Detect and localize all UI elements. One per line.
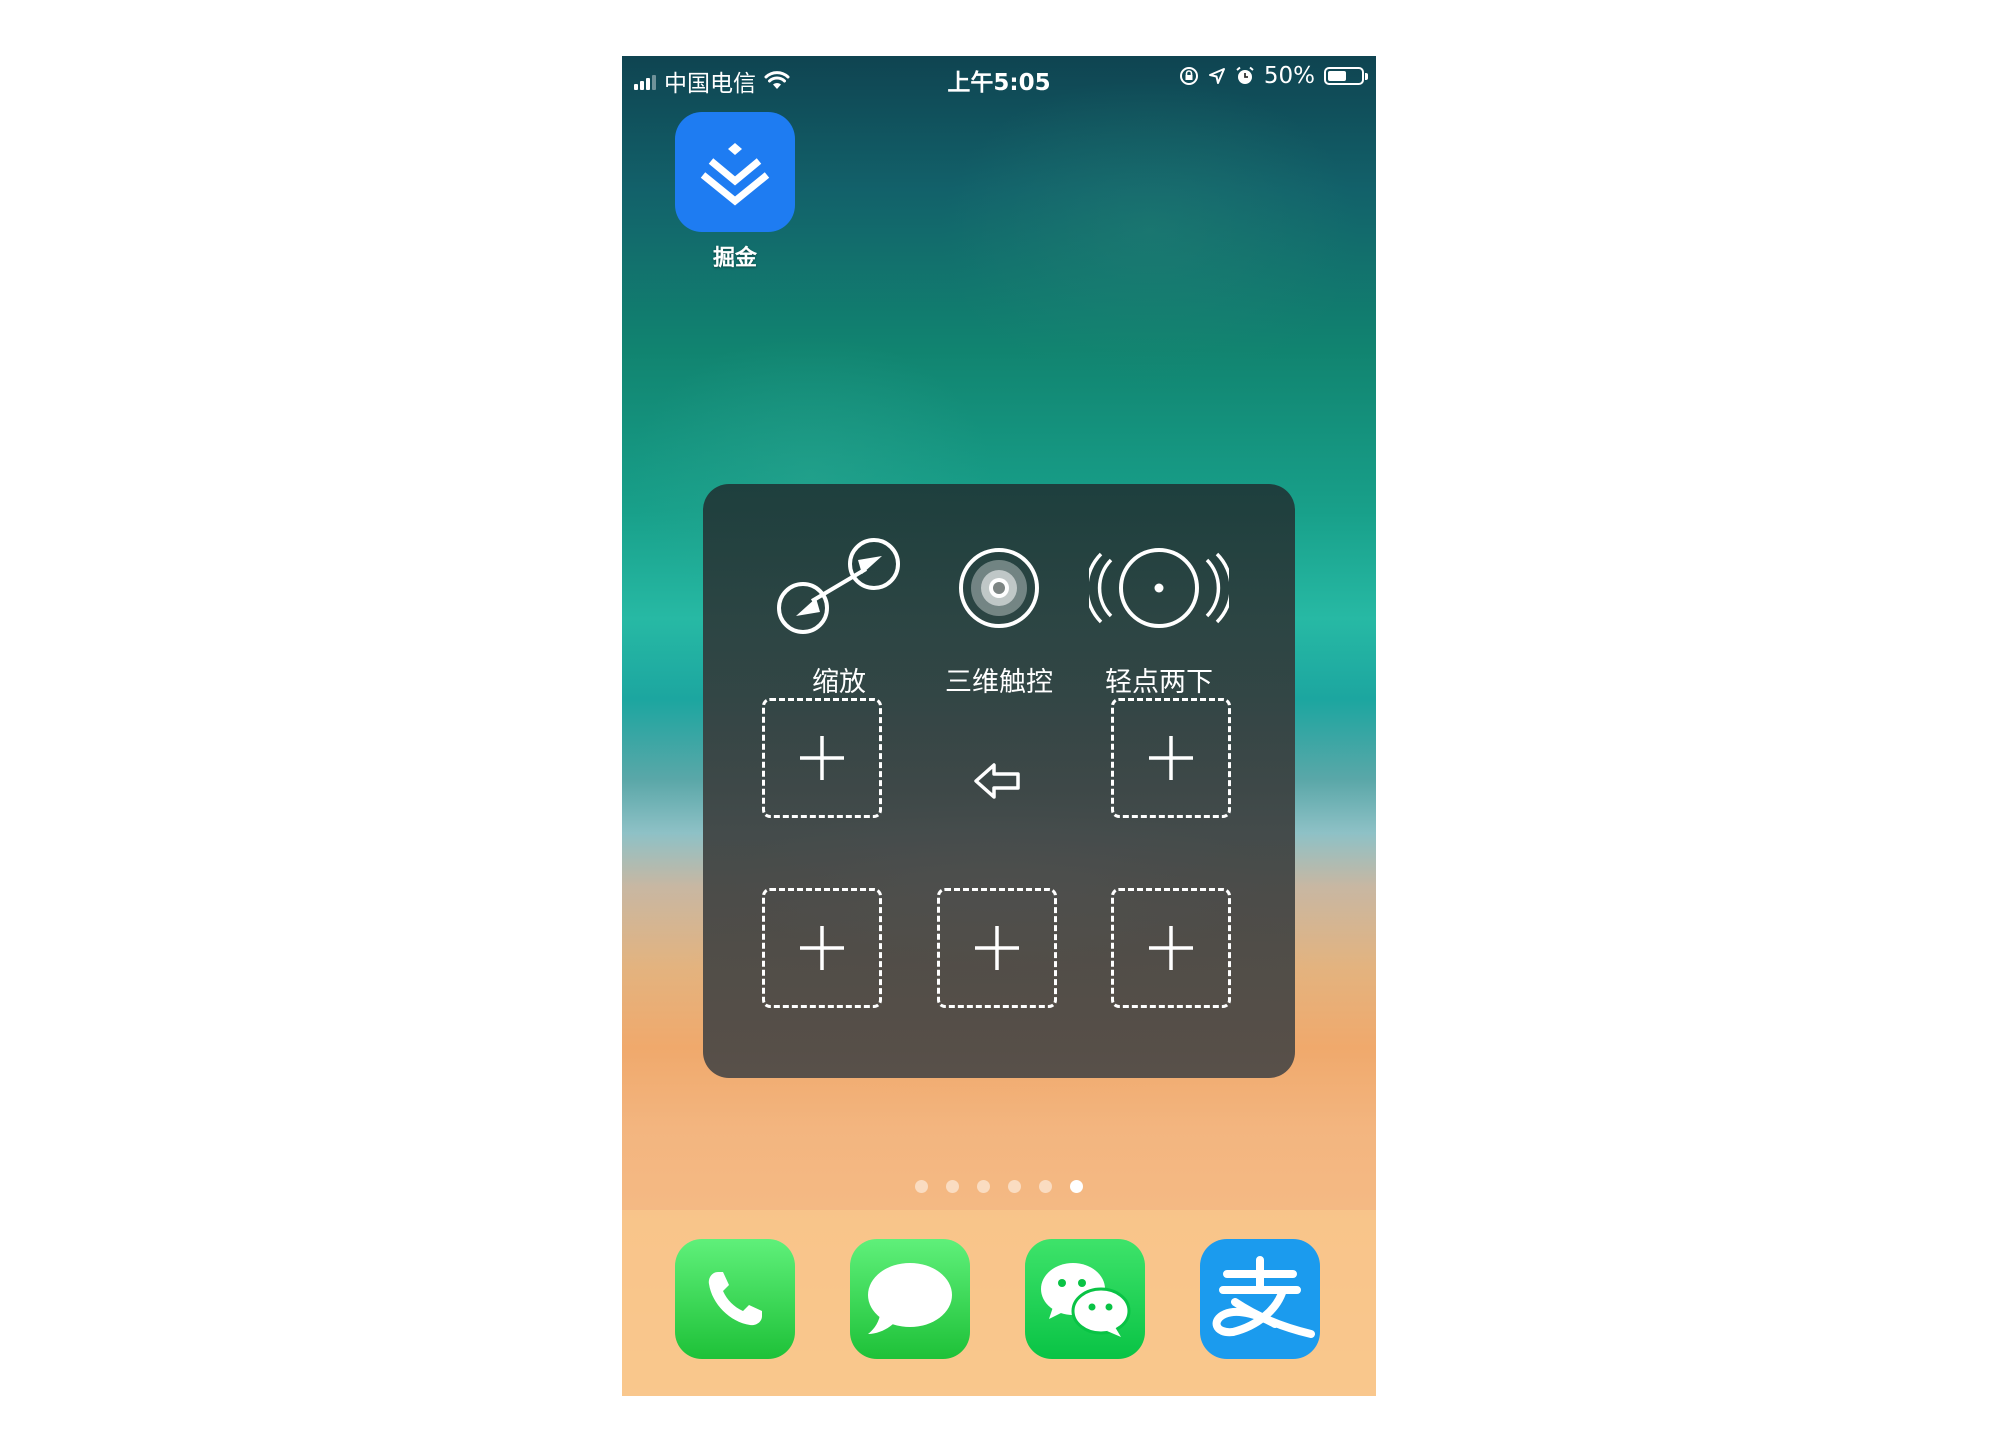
add-action-slot[interactable] — [762, 888, 882, 1008]
battery-percent: 50% — [1263, 63, 1315, 89]
page-dot — [946, 1180, 959, 1193]
double-tap-label: 轻点两下 — [1105, 667, 1213, 698]
phone-screen: 中国电信 上午5:05 50% 掘金 缩放 三维触控 轻点两下 — [622, 56, 1376, 1396]
add-action-slot[interactable] — [762, 698, 882, 818]
pinch-zoom-button[interactable]: 缩放 — [759, 514, 919, 698]
phone-icon — [708, 1272, 762, 1326]
add-action-slot[interactable] — [1111, 698, 1231, 818]
plus-icon — [975, 926, 1019, 970]
location-icon — [1208, 68, 1225, 84]
dock-app-phone[interactable] — [675, 1239, 795, 1359]
3d-touch-icon — [929, 538, 1069, 638]
add-action-slot[interactable] — [937, 888, 1057, 1008]
plus-icon — [1149, 926, 1193, 970]
status-bar: 中国电信 上午5:05 50% — [622, 56, 1376, 98]
double-tap-button[interactable]: 轻点两下 — [1079, 514, 1239, 698]
status-right: 50% — [1179, 63, 1368, 89]
alarm-icon — [1236, 66, 1254, 84]
orientation-lock-icon — [1179, 67, 1198, 85]
app-label: 掘金 — [712, 246, 757, 271]
plus-icon — [800, 926, 844, 970]
page-dot — [1008, 1180, 1021, 1193]
battery-icon — [1324, 67, 1368, 85]
page-indicator[interactable] — [622, 1180, 1376, 1193]
alipay-icon — [1212, 1256, 1315, 1338]
dock — [622, 1210, 1376, 1396]
3d-touch-label: 三维触控 — [945, 667, 1053, 698]
page-dot — [1039, 1180, 1052, 1193]
message-bubble-icon — [868, 1263, 952, 1334]
wechat-icon — [1041, 1263, 1131, 1337]
assistive-touch-menu: 缩放 三维触控 轻点两下 — [703, 484, 1295, 1078]
pinch-zoom-label: 缩放 — [812, 667, 866, 698]
app-juejin[interactable]: 掘金 — [675, 112, 795, 272]
page-dot — [977, 1180, 990, 1193]
3d-touch-button[interactable]: 三维触控 — [919, 514, 1079, 698]
page-dot-active — [1070, 1180, 1083, 1193]
dock-app-wechat[interactable] — [1025, 1239, 1145, 1359]
battery-level — [1328, 71, 1346, 81]
add-action-slot[interactable] — [1111, 888, 1231, 1008]
double-tap-icon — [1089, 538, 1229, 638]
dock-app-messages[interactable] — [850, 1239, 970, 1359]
back-arrow-icon — [974, 763, 1020, 799]
plus-icon — [800, 736, 844, 780]
plus-icon — [1149, 736, 1193, 780]
back-button[interactable] — [953, 746, 1043, 816]
dock-app-alipay[interactable] — [1200, 1239, 1320, 1359]
page-dot — [915, 1180, 928, 1193]
juejin-icon — [675, 112, 795, 232]
pinch-zoom-icon — [769, 538, 909, 638]
